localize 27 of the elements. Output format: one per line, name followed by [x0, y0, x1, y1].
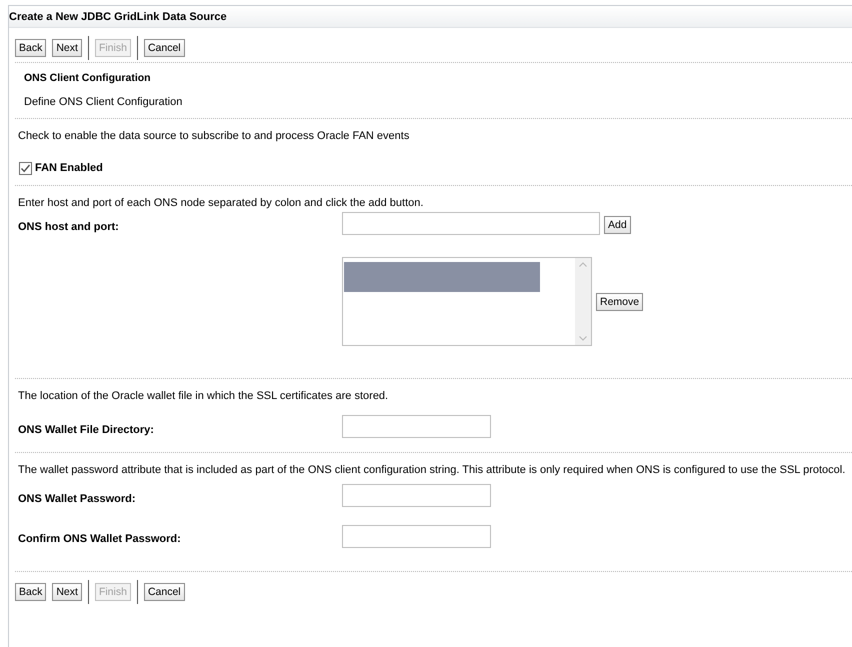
- wizard-button[interactable]: Back: [15, 39, 46, 57]
- description-text: Check to enable the data source to subscribe to and process Oracle FAN events: [17, 129, 410, 144]
- section-subtitle: Define ONS Client Configuration: [23, 95, 184, 110]
- input-field[interactable]: [342, 525, 491, 548]
- description-text: The location of the Oracle wallet file in which the SSL certificates are stored.: [17, 389, 390, 404]
- add-button[interactable]: Add: [604, 216, 631, 234]
- checkbox[interactable]: [19, 162, 32, 174]
- field-label: Confirm ONS Wallet Password:: [17, 532, 182, 547]
- field-label: ONS Wallet Password:: [17, 492, 137, 507]
- list-box[interactable]: [342, 257, 592, 346]
- wizard-button[interactable]: Next: [52, 39, 82, 57]
- input-field[interactable]: [342, 212, 600, 235]
- description-text: Enter host and port of each ONS node separated by colon and click the add button.: [17, 196, 424, 211]
- scroll-up-icon[interactable]: [579, 262, 587, 267]
- description-text: The wallet password attribute that is included as part of the ONS client configuration string. This attribute is only required when ONS is configured to use the SSL protocol.: [17, 463, 846, 478]
- wizard-button[interactable]: Next: [52, 583, 82, 601]
- checkbox-label: FAN Enabled: [35, 160, 103, 176]
- input-field[interactable]: [342, 484, 491, 507]
- remove-button[interactable]: Remove: [596, 292, 644, 310]
- section-heading: ONS Client Configuration: [23, 71, 152, 86]
- wizard-button[interactable]: Cancel: [144, 39, 185, 57]
- scroll-down-icon[interactable]: [579, 336, 587, 341]
- wizard-button[interactable]: Cancel: [144, 583, 185, 601]
- field-label: ONS Wallet File Directory:: [17, 423, 155, 438]
- wizard-button[interactable]: Back: [15, 583, 46, 601]
- input-field[interactable]: [342, 415, 491, 438]
- field-label: ONS host and port:: [17, 220, 120, 235]
